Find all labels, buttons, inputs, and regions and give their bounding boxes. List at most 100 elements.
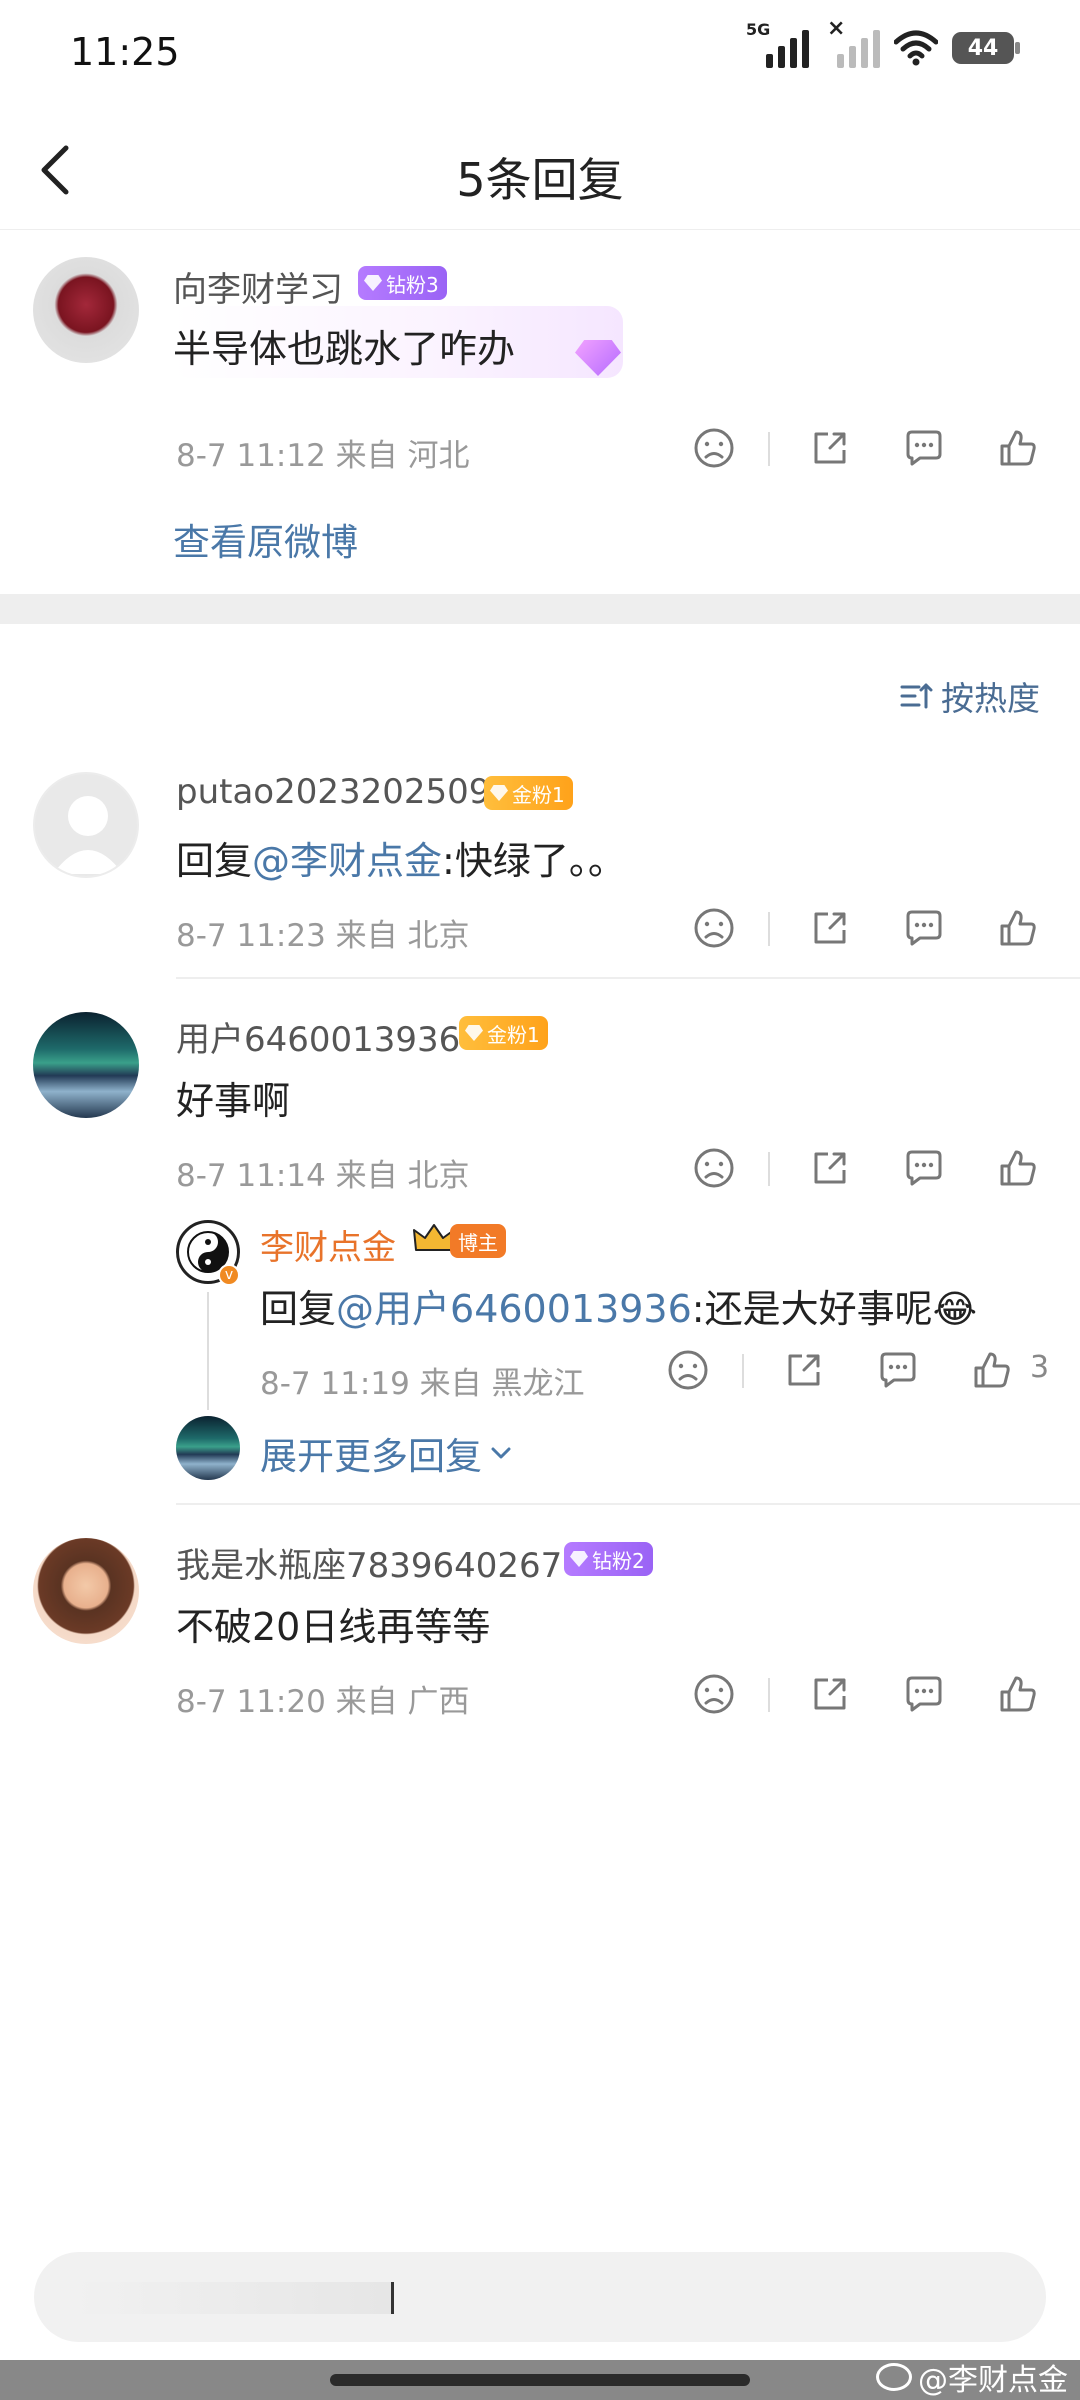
fan-badge[interactable]: 金粉1 [459,1016,548,1050]
comment-button[interactable] [874,1346,922,1394]
frown-face-icon [694,428,734,468]
reply-meta: 8-7 11:19 来自 黑龙江 [260,1366,585,1402]
like-button[interactable] [994,424,1042,472]
share-icon [814,912,846,944]
dislike-button[interactable] [690,904,738,952]
status-icons: 5G × 44 [746,16,1020,68]
reply-prefix: 回复 [260,1287,337,1331]
dislike-button[interactable] [690,1144,738,1192]
gold-gem-icon [465,1025,483,1041]
comment-meta: 8-7 11:23 来自 北京 [176,918,470,954]
reply-prefix: 回复 [176,839,253,883]
like-count: 3 [1030,1350,1050,1385]
avatar[interactable] [33,257,139,363]
thumbs-up-icon [974,1352,1010,1388]
username[interactable]: 李财点金 [260,1220,396,1269]
comment-button[interactable] [900,904,948,952]
nav-bar: 5条回复 [0,110,1080,230]
avatar[interactable] [33,1012,139,1118]
share-button[interactable] [806,904,854,952]
username[interactable]: 向李财学习 [173,262,343,311]
username[interactable]: 我是水瓶座7839640267 [176,1538,562,1587]
thumbs-up-icon [1000,1150,1036,1186]
dislike-button[interactable] [690,1670,738,1718]
comment-actions [690,424,1050,472]
username[interactable]: putao2023202509 [176,772,490,812]
sort-icon [900,683,933,709]
thumbs-up-icon [1000,910,1036,946]
comment-icon [906,1676,942,1712]
comment-text: 半导体也跳水了咋办 [173,327,516,371]
status-time: 11:25 [70,30,180,74]
comment-icon [906,430,942,466]
chevron-down-icon [491,1447,511,1459]
comment-actions [690,1670,1050,1718]
comment-meta: 8-7 11:14 来自 北京 [176,1158,470,1194]
fan-badge[interactable]: 钻粉2 [564,1542,653,1576]
comment-button[interactable] [900,1144,948,1192]
comment-meta: 8-7 11:20 来自 广西 [176,1684,470,1720]
frown-face-icon [668,1350,708,1390]
share-button[interactable] [806,1670,854,1718]
signal-off-icon: × [823,16,880,68]
blogger-badge: 博主 [450,1224,506,1258]
diamond-icon [570,1551,588,1567]
reply-actions: 3 [664,1346,1064,1394]
like-button[interactable] [994,1670,1042,1718]
thread-line [207,1292,209,1410]
dislike-button[interactable] [690,424,738,472]
mention-link[interactable]: @用户6460013936 [336,1287,692,1331]
reply-text: :快绿了。。 [442,839,626,883]
dislike-button[interactable] [664,1346,712,1394]
fan-badge[interactable]: 钻粉3 [358,266,447,300]
sort-button[interactable]: 按热度 [899,672,1040,720]
expand-more-replies[interactable]: 展开更多回复 [260,1426,514,1480]
avatar[interactable] [33,772,139,878]
watermark: @李财点金 [876,2355,1068,2399]
reply-content: :还是大好事呢😂 [691,1287,978,1331]
mention-link[interactable]: @李财点金 [252,839,442,883]
signal-icon: 5G [746,20,809,68]
share-button[interactable] [806,1144,854,1192]
expand-more-label: 展开更多回复 [260,1435,482,1478]
share-button[interactable] [806,424,854,472]
like-button[interactable] [968,1346,1016,1394]
avatar[interactable] [176,1416,240,1480]
comment-icon [906,910,942,946]
weibo-logo-icon [876,2363,912,2391]
like-button[interactable] [994,904,1042,952]
share-icon [814,1152,846,1184]
frown-face-icon [694,1674,734,1714]
avatar[interactable] [33,1538,139,1644]
gold-gem-icon [490,785,508,801]
comment-text: 好事啊 [176,1079,291,1123]
row-divider [176,1503,1080,1505]
share-button[interactable] [780,1346,828,1394]
badge-label: 钻粉3 [386,272,439,297]
comment-button[interactable] [900,424,948,472]
thumbs-up-icon [1000,430,1036,466]
comment-icon [906,1150,942,1186]
badge-label: 金粉1 [487,1022,540,1047]
diamond-icon [364,275,382,291]
input-cursor [74,2282,394,2314]
comment-actions [690,904,1050,952]
watermark-text: @李财点金 [918,2363,1068,2398]
frown-face-icon [694,1148,734,1188]
comment-icon [880,1352,916,1388]
battery-icon: 44 [952,32,1020,64]
status-bar: 11:25 5G × 44 [0,0,1080,110]
username[interactable]: 用户6460013936 [176,1012,460,1061]
comment-button[interactable] [900,1670,948,1718]
comment-text: 不破20日线再等等 [176,1605,491,1649]
comment-meta: 8-7 11:12 来自 河北 [176,438,470,474]
view-original-link[interactable]: 查看原微博 [173,512,358,566]
reply-input[interactable] [34,2252,1046,2342]
reply-text: 回复@用户6460013936:还是大好事呢😂 [260,1278,977,1333]
like-button[interactable] [994,1144,1042,1192]
sort-label: 按热度 [941,679,1040,718]
section-divider [0,594,1080,624]
row-divider [176,977,1080,979]
fan-badge[interactable]: 金粉1 [484,776,573,810]
home-indicator[interactable] [330,2374,750,2386]
